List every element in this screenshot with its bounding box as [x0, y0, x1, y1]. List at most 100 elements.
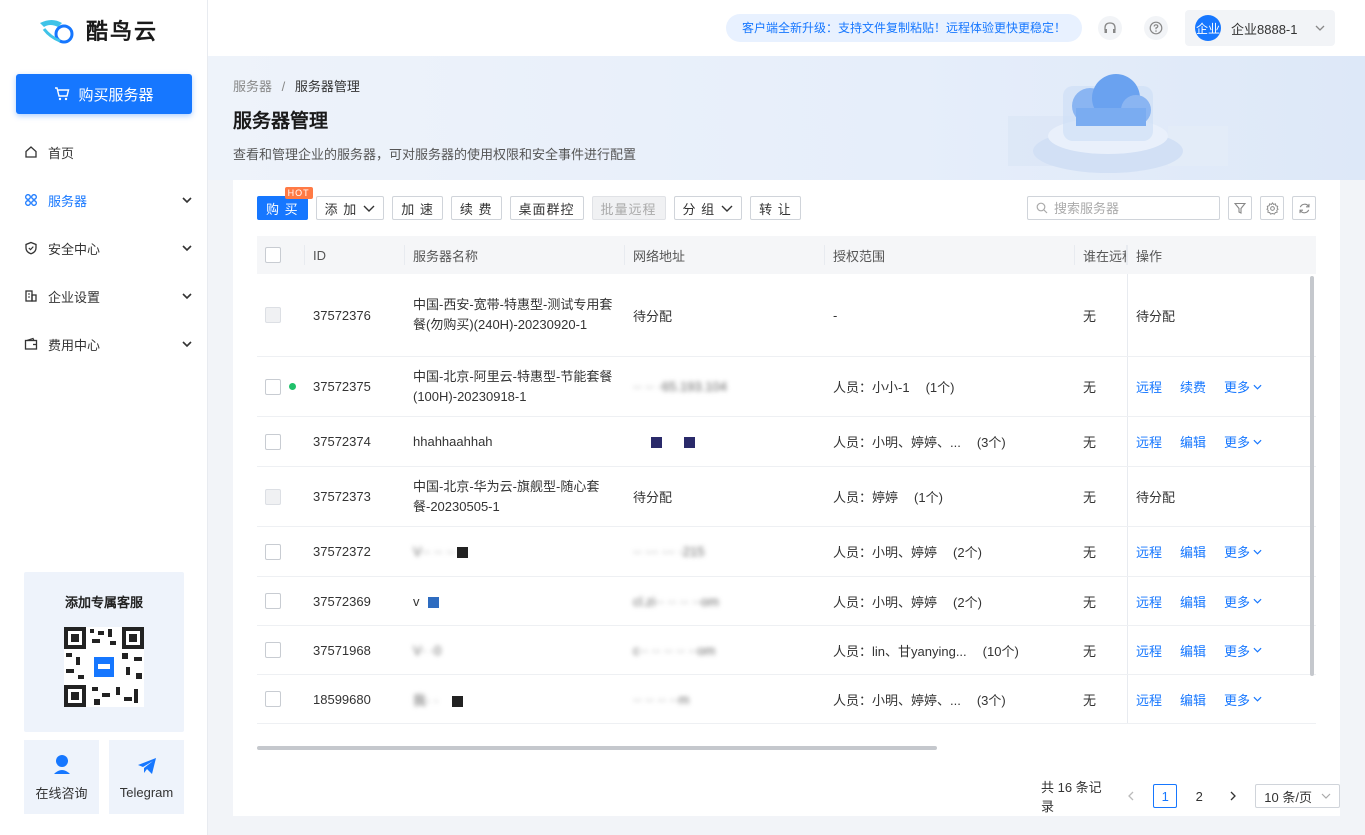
transfer-button[interactable]: 转 让: [750, 196, 801, 220]
prev-page-button[interactable]: [1119, 784, 1143, 808]
page-size-select[interactable]: 10 条/页: [1255, 784, 1340, 808]
more-dropdown[interactable]: 更多: [1224, 690, 1262, 709]
desktop-control-button[interactable]: 桌面群控: [509, 196, 584, 220]
add-dropdown[interactable]: 添 加: [315, 196, 385, 220]
search-input[interactable]: [1054, 200, 1204, 216]
edit-link[interactable]: 编辑: [1180, 432, 1206, 451]
cloud-illustration: [1008, 74, 1228, 173]
more-dropdown[interactable]: 更多: [1224, 542, 1262, 561]
row-checkbox[interactable]: [265, 543, 281, 560]
remote-link[interactable]: 远程: [1136, 432, 1162, 451]
row-checkbox[interactable]: [265, 378, 281, 395]
online-consult-button[interactable]: 在线咨询: [24, 740, 99, 814]
renew-link[interactable]: 续费: [1180, 377, 1206, 396]
sidebar-item-servers[interactable]: 服务器: [0, 176, 208, 224]
refresh-button[interactable]: [1292, 196, 1316, 220]
headset-button[interactable]: [1098, 16, 1122, 40]
telegram-button[interactable]: Telegram: [109, 740, 184, 814]
chevron-right-icon: [1230, 791, 1237, 801]
remote-link[interactable]: 远程: [1136, 641, 1162, 660]
chevron-down-icon: [1315, 25, 1325, 31]
auth-scope: 人员：小明、婷婷 (2个): [825, 592, 1075, 611]
row-checkbox[interactable]: [265, 642, 281, 658]
page-header: 服务器 / 服务器管理 服务器管理 查看和管理企业的服务器，可对服务器的使用权限…: [208, 56, 1365, 180]
header-name[interactable]: 服务器名称: [405, 245, 625, 265]
batch-remote-button[interactable]: 批量远程: [591, 196, 666, 220]
edit-link[interactable]: 编辑: [1180, 690, 1206, 709]
question-icon: [1149, 21, 1163, 35]
notice-banner[interactable]: 客户端全新升级：支持文件复制粘贴！远程体验更快更稳定！: [726, 14, 1082, 42]
more-label: 更多: [1224, 643, 1251, 659]
row-checkbox[interactable]: [265, 307, 281, 323]
more-dropdown[interactable]: 更多: [1224, 432, 1262, 451]
network-address: 待分配: [633, 490, 673, 505]
more-label: 更多: [1224, 545, 1251, 560]
help-button[interactable]: [1144, 16, 1168, 40]
header-id[interactable]: ID: [305, 245, 405, 265]
remote-user: 无: [1083, 692, 1097, 708]
network-address: ·· ·· ·65.193.104: [633, 379, 727, 394]
edit-link[interactable]: 编辑: [1180, 592, 1206, 611]
page-2-button[interactable]: 2: [1187, 784, 1211, 808]
more-dropdown[interactable]: 更多: [1224, 592, 1262, 611]
sidebar-item-billing[interactable]: 费用中心: [0, 320, 208, 368]
table-row: 37572373 中国-北京-华为云-旗舰型-随心套餐-20230505-1 待…: [257, 467, 1316, 527]
user-menu[interactable]: 企业 企业8888-1: [1185, 10, 1335, 46]
logo[interactable]: 酷鸟云: [38, 14, 158, 46]
filter-button[interactable]: [1228, 196, 1252, 220]
auth-scope: 人员：小明、婷婷 (2个): [825, 542, 1075, 561]
breadcrumb-root[interactable]: 服务器: [233, 79, 272, 94]
support-buttons: 在线咨询 Telegram: [24, 740, 184, 814]
settings-button[interactable]: [1260, 196, 1284, 220]
page-1-button[interactable]: 1: [1153, 784, 1178, 808]
buy-server-label: 购买服务器: [78, 86, 154, 104]
select-all-checkbox[interactable]: [265, 247, 281, 263]
row-actions: 远程 编辑 更多: [1127, 577, 1316, 625]
avatar: 企业: [1195, 15, 1221, 41]
sidebar-item-enterprise[interactable]: 企业设置: [0, 272, 208, 320]
buy-button[interactable]: 购 买 HOT: [257, 187, 313, 220]
more-dropdown[interactable]: 更多: [1224, 377, 1262, 396]
sidebar-item-label: 安全中心: [48, 241, 101, 257]
table-row: 37572372 V·· ·· ·· ·· ··· ··· ·215 人员：小明…: [257, 527, 1316, 577]
header-network[interactable]: 网络地址: [625, 245, 825, 265]
auth-people: 人员：小明、婷婷、...: [833, 692, 961, 708]
vertical-scrollbar[interactable]: [1310, 276, 1314, 676]
page-title: 服务器管理: [233, 111, 329, 132]
row-checkbox[interactable]: [265, 433, 281, 450]
row-checkbox[interactable]: [265, 488, 281, 505]
server-name-cell: V·· ·· ··: [405, 544, 625, 559]
remote-link[interactable]: 远程: [1136, 377, 1162, 396]
chevron-down-icon: [1253, 598, 1262, 604]
remote-link[interactable]: 远程: [1136, 690, 1162, 709]
sidebar-nav: 首页 服务器 安全中心 企业设置 费用中心: [0, 128, 208, 368]
chevron-down-icon: [1253, 549, 1262, 555]
remote-user: 无: [1083, 435, 1097, 450]
renew-button[interactable]: 续 费: [450, 196, 502, 220]
online-status-dot: [289, 383, 296, 390]
edit-link[interactable]: 编辑: [1180, 641, 1206, 660]
chevron-down-icon: [1321, 793, 1331, 799]
sidebar: 酷鸟云 购买服务器 首页 服务器 安全中心 企业设置 费用中心 添加专属客服 在…: [0, 0, 208, 835]
auth-scope: 人员：婷婷 (1个): [825, 487, 1075, 506]
buy-server-button[interactable]: 购买服务器: [16, 74, 192, 114]
service-card-title: 添加专属客服: [64, 595, 143, 610]
sidebar-item-home[interactable]: 首页: [0, 128, 208, 176]
row-checkbox[interactable]: [265, 593, 281, 609]
more-dropdown[interactable]: 更多: [1224, 641, 1262, 660]
row-checkbox[interactable]: [265, 691, 281, 707]
accelerate-button[interactable]: 加 速: [392, 196, 443, 220]
sidebar-item-security[interactable]: 安全中心: [0, 224, 208, 272]
header-who[interactable]: 谁在远程: [1075, 245, 1127, 265]
server-name: 我· ·: [413, 692, 439, 708]
more-label: 更多: [1224, 594, 1251, 610]
horizontal-scrollbar[interactable]: [257, 746, 937, 750]
group-dropdown[interactable]: 分 组: [673, 196, 743, 220]
edit-link[interactable]: 编辑: [1180, 542, 1206, 561]
next-page-button[interactable]: [1221, 784, 1245, 808]
remote-link[interactable]: 远程: [1136, 592, 1162, 611]
pending-status: 待分配: [1136, 490, 1176, 505]
remote-link[interactable]: 远程: [1136, 542, 1162, 561]
chevron-down-icon: [182, 245, 192, 252]
header-auth[interactable]: 授权范围: [825, 245, 1075, 265]
